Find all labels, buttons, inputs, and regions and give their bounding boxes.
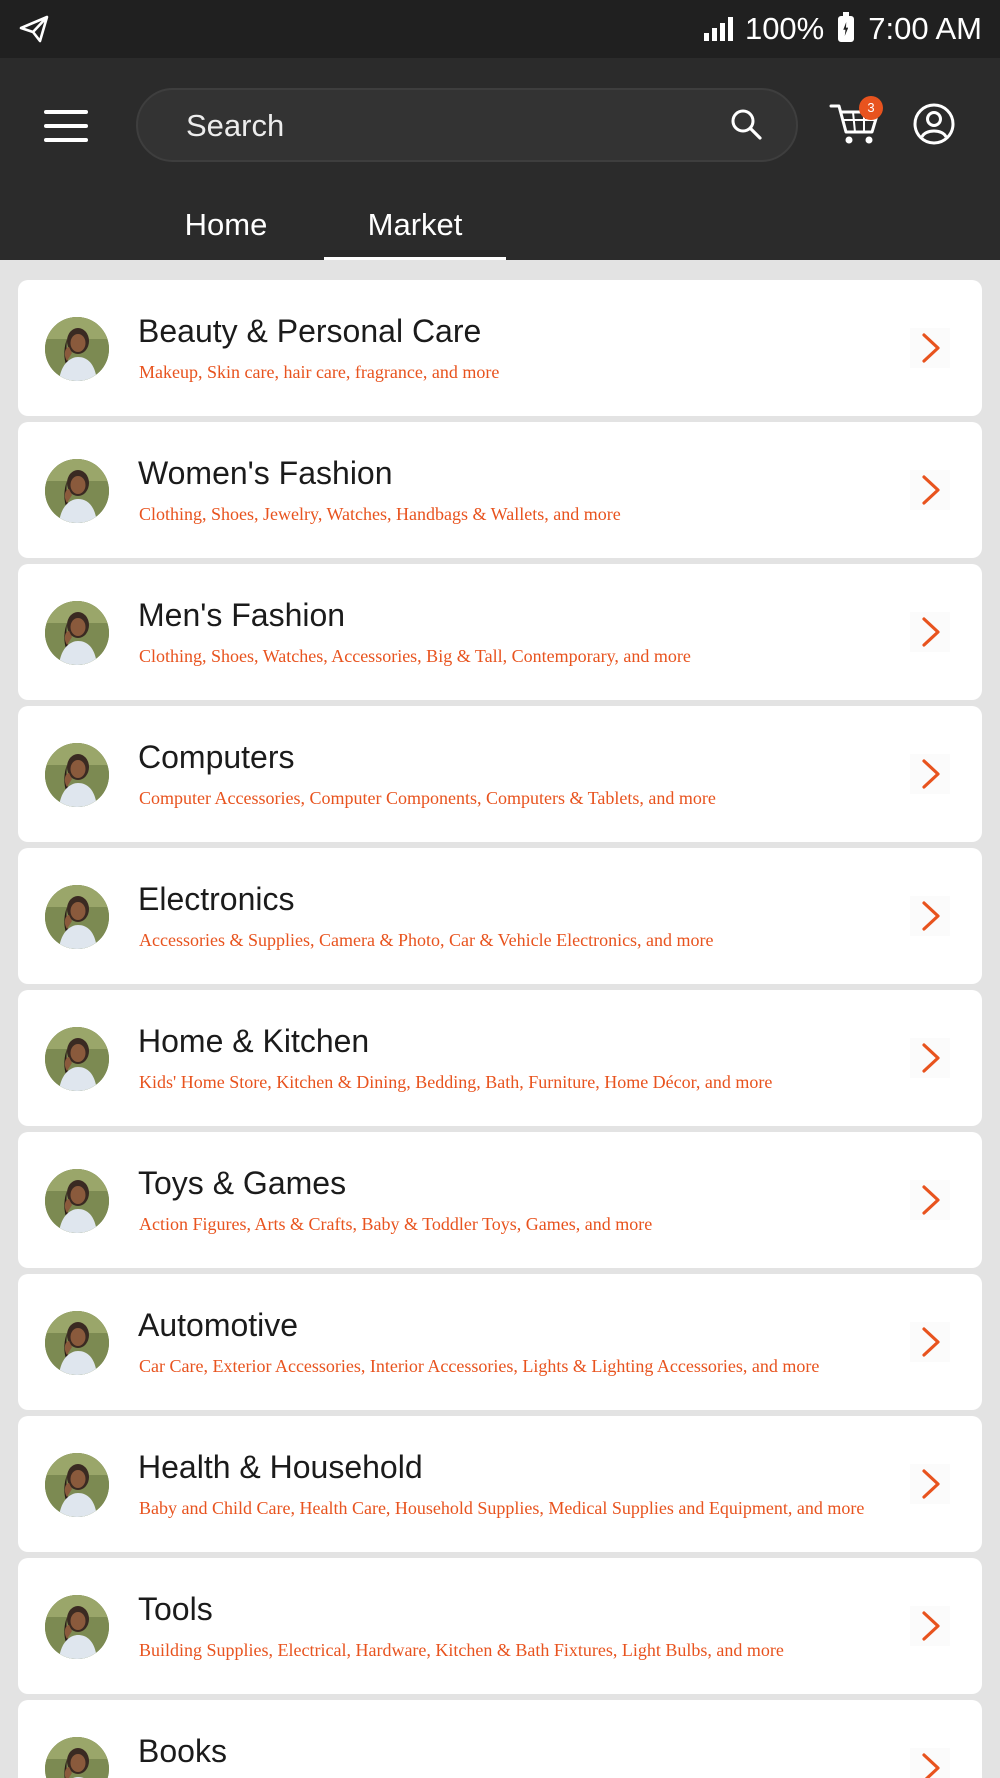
category-avatar (45, 885, 109, 949)
category-card[interactable]: Women's Fashion Clothing, Shoes, Jewelry,… (18, 422, 982, 558)
chevron-right-icon[interactable] (910, 1606, 950, 1646)
search-bar (136, 88, 798, 162)
category-avatar (45, 1311, 109, 1375)
menu-icon[interactable] (44, 108, 90, 144)
category-subtitle: Building Supplies, Electrical, Hardware,… (139, 1640, 784, 1660)
category-subtitle: Car Care, Exterior Accessories, Interior… (139, 1356, 820, 1376)
category-card[interactable]: Books (18, 1700, 982, 1778)
category-card[interactable]: Home & Kitchen Kids' Home Store, Kitchen … (18, 990, 982, 1126)
chevron-right-icon[interactable] (910, 1748, 950, 1778)
cart-button[interactable]: 3 (828, 96, 884, 148)
category-title: Health & Household (138, 1449, 423, 1485)
category-card[interactable]: Beauty & Personal Care Makeup, Skin care,… (18, 280, 982, 416)
category-subtitle: Kids' Home Store, Kitchen & Dining, Bedd… (139, 1072, 773, 1092)
search-icon[interactable] (730, 108, 764, 142)
tab-bar: Home Market (0, 200, 1000, 260)
category-avatar (45, 1595, 109, 1659)
category-avatar (45, 743, 109, 807)
category-avatar (45, 1027, 109, 1091)
search-input[interactable] (186, 104, 706, 148)
chevron-right-icon[interactable] (910, 1322, 950, 1362)
category-avatar (45, 1169, 109, 1233)
tab-market[interactable]: Market (324, 200, 506, 260)
chevron-right-icon[interactable] (910, 612, 950, 652)
category-card[interactable]: Computers Computer Accessories, Computer … (18, 706, 982, 842)
category-card[interactable]: Automotive Car Care, Exterior Accessories… (18, 1274, 982, 1410)
category-avatar (45, 1737, 109, 1778)
battery-percent: 100% (744, 11, 825, 46)
category-subtitle: Action Figures, Arts & Crafts, Baby & To… (139, 1214, 653, 1234)
category-avatar (45, 317, 109, 381)
category-title: Electronics (138, 881, 295, 917)
category-card[interactable]: Toys & Games Action Figures, Arts & Craft… (18, 1132, 982, 1268)
telegram-send-icon (19, 15, 49, 43)
chevron-right-icon[interactable] (910, 470, 950, 510)
chevron-right-icon[interactable] (910, 1038, 950, 1078)
category-list: Beauty & Personal Care Makeup, Skin care,… (18, 280, 982, 1778)
cart-count-badge: 3 (859, 96, 883, 120)
category-subtitle: Clothing, Shoes, Watches, Accessories, B… (139, 646, 691, 666)
category-title: Home & Kitchen (138, 1023, 370, 1059)
chevron-right-icon[interactable] (910, 1464, 950, 1504)
chevron-right-icon[interactable] (910, 896, 950, 936)
category-subtitle: Clothing, Shoes, Jewelry, Watches, Handb… (139, 504, 621, 524)
tab-home[interactable]: Home (146, 200, 306, 260)
category-subtitle: Baby and Child Care, Health Care, Househ… (139, 1498, 865, 1518)
signal-icon (703, 17, 733, 41)
clock: 7:00 AM (868, 11, 982, 46)
category-title: Women's Fashion (138, 455, 393, 491)
category-title: Toys & Games (138, 1165, 347, 1201)
category-card[interactable]: Tools Building Supplies, Electrical, Hard… (18, 1558, 982, 1694)
category-title: Tools (138, 1591, 213, 1627)
active-tab-indicator (324, 257, 506, 260)
category-title: Computers (138, 739, 295, 775)
account-icon[interactable] (912, 102, 956, 146)
category-subtitle: Computer Accessories, Computer Component… (139, 788, 716, 808)
chevron-right-icon[interactable] (910, 754, 950, 794)
battery-charging-icon (838, 12, 855, 42)
category-avatar (45, 459, 109, 523)
status-bar: 100% 7:00 AM (0, 0, 1000, 58)
category-avatar (45, 1453, 109, 1517)
category-subtitle: Accessories & Supplies, Camera & Photo, … (139, 930, 714, 950)
category-card[interactable]: Men's Fashion Clothing, Shoes, Watches, A… (18, 564, 982, 700)
chevron-right-icon[interactable] (910, 1180, 950, 1220)
app-header: 3 Home Market (0, 58, 1000, 260)
category-title: Books (138, 1733, 227, 1769)
category-card[interactable]: Electronics Accessories & Supplies, Camer… (18, 848, 982, 984)
category-title: Beauty & Personal Care (138, 313, 482, 349)
category-title: Automotive (138, 1307, 299, 1343)
chevron-right-icon[interactable] (910, 328, 950, 368)
category-subtitle: Makeup, Skin care, hair care, fragrance,… (139, 362, 500, 382)
category-title: Men's Fashion (138, 597, 346, 633)
category-card[interactable]: Health & Household Baby and Child Care, H… (18, 1416, 982, 1552)
category-avatar (45, 601, 109, 665)
